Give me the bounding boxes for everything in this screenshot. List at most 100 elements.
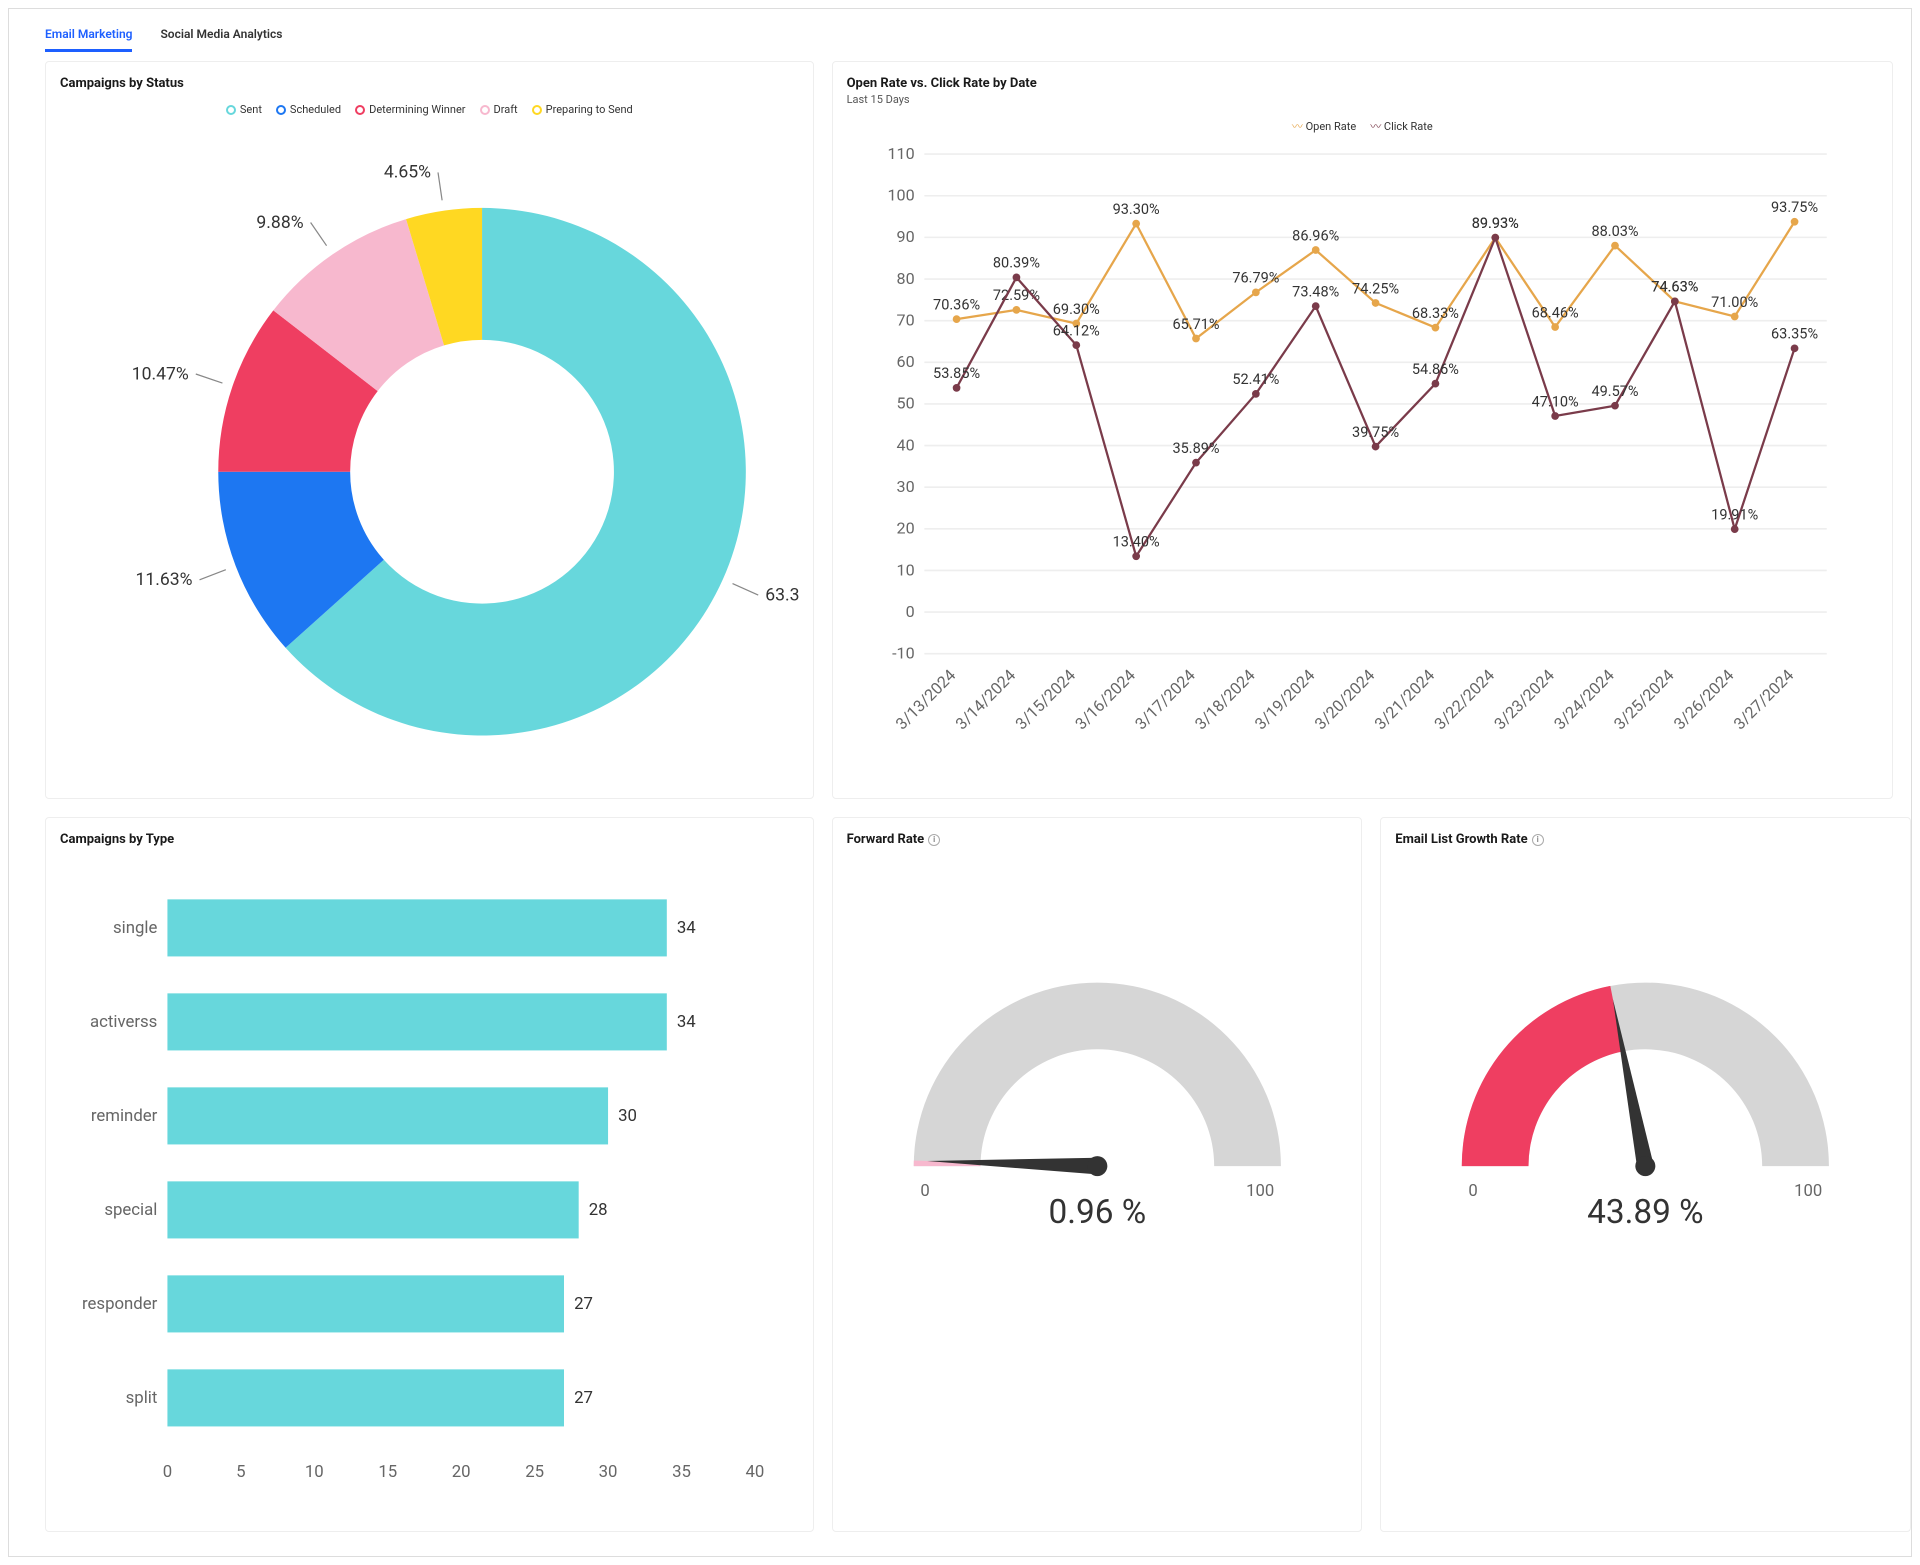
card-campaigns-by-type: Campaigns by Type single34activerss34rem… [45,817,814,1531]
svg-text:3/27/2024: 3/27/2024 [1729,666,1797,734]
svg-text:30: 30 [599,1462,618,1482]
svg-text:68.46%: 68.46% [1531,304,1578,321]
svg-text:90: 90 [896,227,914,246]
svg-text:34: 34 [677,1012,696,1032]
svg-text:3/19/2024: 3/19/2024 [1250,666,1318,734]
card-title: Campaigns by Status [60,76,799,91]
svg-text:70: 70 [896,310,914,329]
svg-text:54.86%: 54.86% [1411,361,1458,378]
svg-text:88.03%: 88.03% [1591,223,1638,240]
svg-text:49.57%: 49.57% [1591,383,1638,400]
svg-text:40: 40 [746,1462,765,1482]
svg-text:100: 100 [1246,1182,1274,1201]
svg-text:65.71%: 65.71% [1172,316,1219,333]
card-title: Campaigns by Type [60,832,799,847]
svg-text:76.79%: 76.79% [1232,270,1279,287]
svg-text:30: 30 [618,1106,637,1126]
svg-text:responder: responder [82,1294,158,1314]
bar-chart: single34activerss34reminder30special28re… [60,849,799,1520]
card-subtitle: Last 15 Days [847,93,1878,106]
card-title: Forward Ratei [847,832,1348,847]
svg-text:63.37%: 63.37% [765,585,798,605]
svg-text:53.85%: 53.85% [933,365,980,382]
svg-text:10: 10 [305,1462,324,1482]
svg-text:34: 34 [677,918,696,938]
svg-text:13.40%: 13.40% [1112,534,1159,551]
svg-text:27: 27 [574,1294,593,1314]
svg-text:19.91%: 19.91% [1711,506,1758,523]
line-legend: 〰 Open Rate 〰 Click Rate [847,118,1878,134]
svg-text:47.10%: 47.10% [1531,393,1578,410]
card-title: Email List Growth Ratei [1395,832,1896,847]
svg-text:0: 0 [163,1462,172,1482]
donut-legend: SentScheduledDetermining WinnerDraftPrep… [60,103,799,116]
svg-text:0: 0 [905,602,914,621]
svg-text:3/14/2024: 3/14/2024 [951,666,1019,734]
svg-text:25: 25 [525,1462,544,1482]
svg-text:split: split [126,1388,158,1408]
svg-text:3/21/2024: 3/21/2024 [1370,666,1438,734]
svg-text:70.36%: 70.36% [933,296,980,313]
svg-text:single: single [113,918,157,938]
svg-text:60: 60 [896,352,914,371]
svg-text:28: 28 [589,1200,608,1220]
svg-text:71.00%: 71.00% [1711,294,1758,311]
svg-text:50: 50 [896,394,914,413]
svg-text:35.89%: 35.89% [1172,440,1219,457]
legend-open-rate: 〰 Open Rate [1292,118,1356,134]
svg-text:68.33%: 68.33% [1411,305,1458,322]
svg-text:3/25/2024: 3/25/2024 [1610,666,1678,734]
line-chart: -1001020304050607080901001103/13/20243/1… [847,138,1878,750]
svg-text:80.39%: 80.39% [993,255,1040,272]
svg-text:3/16/2024: 3/16/2024 [1071,666,1139,734]
svg-text:100: 100 [1794,1182,1822,1201]
svg-text:80: 80 [896,269,914,288]
tab-bar: Email Marketing Social Media Analytics [45,17,1875,53]
donut-chart: 63.37%11.63%10.47%9.88%4.65% [60,120,799,788]
svg-text:3/20/2024: 3/20/2024 [1310,666,1378,734]
tab-email-marketing[interactable]: Email Marketing [45,17,132,52]
gauge-forward-rate: 01000.96 % [847,849,1348,1283]
svg-text:10.47%: 10.47% [132,364,189,384]
svg-text:93.75%: 93.75% [1771,199,1818,216]
svg-text:9.88%: 9.88% [256,213,303,233]
svg-text:20: 20 [452,1462,471,1482]
gauge-growth-rate: 010043.89 % [1395,849,1896,1283]
svg-text:110: 110 [887,144,914,163]
svg-text:0.96 %: 0.96 % [1048,1193,1146,1232]
svg-text:100: 100 [887,186,914,205]
svg-text:35: 35 [672,1462,691,1482]
svg-text:30: 30 [896,477,914,496]
svg-text:15: 15 [378,1462,397,1482]
svg-text:3/23/2024: 3/23/2024 [1490,666,1558,734]
svg-text:3/17/2024: 3/17/2024 [1131,666,1199,734]
svg-text:43.89 %: 43.89 % [1587,1193,1704,1232]
svg-text:5: 5 [236,1462,245,1482]
svg-text:3/22/2024: 3/22/2024 [1430,666,1498,734]
svg-text:3/15/2024: 3/15/2024 [1011,666,1079,734]
svg-text:63.35%: 63.35% [1771,326,1818,343]
tab-social-media[interactable]: Social Media Analytics [160,17,282,52]
card-title: Open Rate vs. Click Rate by Date [847,76,1878,91]
svg-text:86.96%: 86.96% [1292,227,1339,244]
dashboard-frame: Email Marketing Social Media Analytics C… [8,8,1912,1557]
info-icon[interactable]: i [928,834,940,846]
svg-text:activerss: activerss [90,1012,157,1032]
svg-text:special: special [104,1200,157,1220]
svg-text:39.75%: 39.75% [1352,424,1399,441]
svg-text:27: 27 [574,1388,593,1408]
card-growth-rate: Email List Growth Ratei 010043.89 % [1380,817,1911,1531]
svg-text:3/24/2024: 3/24/2024 [1550,666,1618,734]
card-open-vs-click: Open Rate vs. Click Rate by Date Last 15… [832,61,1893,799]
svg-text:40: 40 [896,435,914,454]
svg-text:64.12%: 64.12% [1052,322,1099,339]
svg-text:74.63%: 74.63% [1651,279,1698,296]
svg-text:93.30%: 93.30% [1112,201,1159,218]
svg-text:3/18/2024: 3/18/2024 [1191,666,1259,734]
info-icon[interactable]: i [1532,834,1544,846]
card-campaigns-by-status: Campaigns by Status SentScheduledDetermi… [45,61,814,799]
svg-text:69.30%: 69.30% [1052,301,1099,318]
svg-text:52.41%: 52.41% [1232,371,1279,388]
svg-text:-10: -10 [892,644,915,663]
svg-text:3/13/2024: 3/13/2024 [891,666,959,734]
